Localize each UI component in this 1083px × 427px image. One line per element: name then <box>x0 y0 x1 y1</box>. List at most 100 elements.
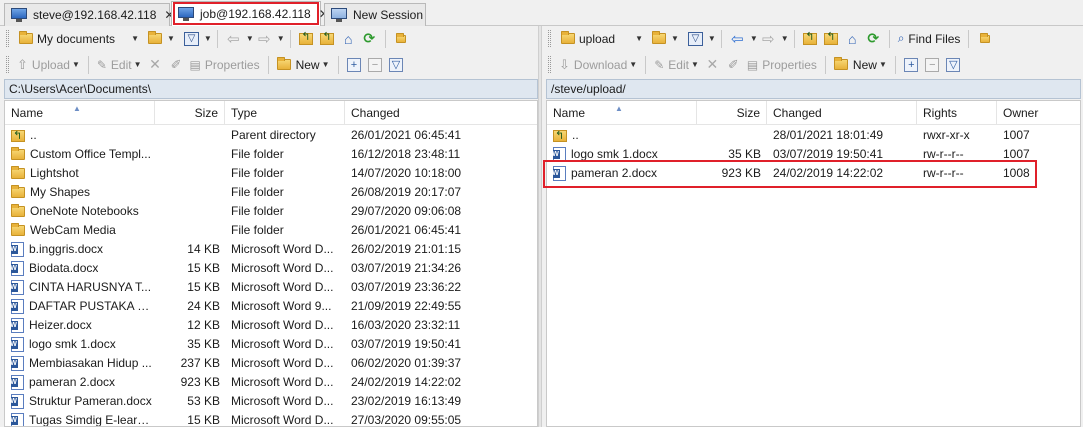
chevron-down-icon[interactable]: ▼ <box>781 34 789 43</box>
file-type: Microsoft Word D... <box>231 318 334 332</box>
chevron-down-icon[interactable]: ▼ <box>708 34 716 43</box>
rename-icon[interactable]: ✐ <box>166 55 187 75</box>
file-changed: 16/03/2020 23:32:11 <box>351 318 461 332</box>
select-all-icon[interactable]: + <box>901 55 922 75</box>
new-button[interactable]: New ▼ <box>274 55 333 75</box>
remote-path-bar[interactable]: /steve/upload/ <box>546 79 1081 99</box>
column-name[interactable]: Name ▲ <box>5 101 155 125</box>
file-changed: 26/01/2021 06:45:41 <box>351 223 462 237</box>
file-row[interactable]: .. Parent directory 26/01/2021 06:45:41 <box>5 126 537 145</box>
file-name: Tugas Simdig E-learni... <box>29 413 153 427</box>
file-changed: 29/07/2020 09:06:08 <box>351 204 462 218</box>
properties-button[interactable]: ▤ Properties <box>187 55 263 75</box>
filter-icon[interactable]: ▽ <box>181 29 202 49</box>
column-owner[interactable]: Owner <box>997 101 1080 125</box>
remote-file-list[interactable]: Name▲ Size Changed Rights Owner .. 28/01/… <box>546 100 1081 427</box>
upload-button[interactable]: ⇧ Upload ▼ <box>14 55 83 75</box>
tab-label: New Session <box>353 8 424 22</box>
file-name: Struktur Pameran.docx <box>29 394 152 408</box>
new-button[interactable]: New ▼ <box>831 55 890 75</box>
file-row[interactable]: logo smk 1.docx 35 KB Microsoft Word D... 0… <box>5 335 537 354</box>
back-arrow-icon[interactable]: ⇦ <box>223 29 244 49</box>
refresh-icon[interactable]: ⟳ <box>359 29 380 49</box>
folder-icon <box>11 147 25 160</box>
file-row[interactable]: CINTA HARUSNYA T... 15 KB Microsoft Word D… <box>5 278 537 297</box>
remote-location-select[interactable]: upload ▼ <box>556 29 648 49</box>
forward-arrow-icon[interactable]: ⇨ <box>254 29 275 49</box>
file-row[interactable]: Membiasakan Hidup ... 237 KB Microsoft Wor… <box>5 354 537 373</box>
forward-arrow-icon[interactable]: ⇨ <box>758 29 779 49</box>
tab-session-steve[interactable]: steve@192.168.42.118 ✕ <box>4 3 174 26</box>
column-size[interactable]: Size <box>155 101 225 125</box>
unselect-icon[interactable]: − <box>922 55 943 75</box>
column-size[interactable]: Size <box>697 101 767 125</box>
tree-view-icon[interactable] <box>974 29 995 49</box>
filter-select-icon[interactable]: ▽ <box>386 55 407 75</box>
file-name: WebCam Media <box>30 223 116 237</box>
home-icon[interactable]: ⌂ <box>842 29 863 49</box>
file-row[interactable]: My Shapes File folder 26/08/2019 20:17:07 <box>5 183 537 202</box>
parent-directory-icon[interactable] <box>296 29 317 49</box>
properties-button[interactable]: ▤ Properties <box>744 55 820 75</box>
chevron-down-icon[interactable]: ▼ <box>246 34 254 43</box>
open-folder-icon[interactable] <box>648 29 669 49</box>
chevron-down-icon[interactable]: ▼ <box>167 34 175 43</box>
filter-icon[interactable]: ▽ <box>685 29 706 49</box>
file-row[interactable]: Custom Office Templ... File folder 16/12/2… <box>5 145 537 164</box>
select-all-icon[interactable]: + <box>344 55 365 75</box>
chevron-down-icon[interactable]: ▼ <box>671 34 679 43</box>
local-location-select[interactable]: My documents ▼ <box>14 29 144 49</box>
open-folder-icon[interactable] <box>144 29 165 49</box>
file-name-cell: OneNote Notebooks <box>11 202 153 221</box>
toolbar-grip[interactable] <box>6 56 9 73</box>
file-row[interactable]: pameran 2.docx 923 KB 24/02/2019 14:22:02 r… <box>547 164 1080 183</box>
file-row[interactable]: OneNote Notebooks File folder 29/07/2020 0… <box>5 202 537 221</box>
new-session-tab[interactable]: New Session <box>324 3 426 26</box>
toolbar-grip[interactable] <box>548 56 551 73</box>
filter-select-icon[interactable]: ▽ <box>943 55 964 75</box>
file-size <box>155 126 220 145</box>
file-row[interactable]: Tugas Simdig E-learni... 15 KB Microsoft W… <box>5 411 537 427</box>
delete-icon[interactable]: ✕ <box>145 55 166 75</box>
file-row[interactable]: Heizer.docx 12 KB Microsoft Word D... 16/03… <box>5 316 537 335</box>
file-row[interactable]: logo smk 1.docx 35 KB 03/07/2019 19:50:41 r… <box>547 145 1080 164</box>
local-path-bar[interactable]: C:\Users\Acer\Documents\ <box>4 79 538 99</box>
unselect-icon[interactable]: − <box>365 55 386 75</box>
file-type: File folder <box>231 204 284 218</box>
edit-button[interactable]: ✎ Edit ▼ <box>651 55 702 75</box>
root-directory-icon[interactable] <box>821 29 842 49</box>
file-row[interactable]: Struktur Pameran.docx 53 KB Microsoft Word… <box>5 392 537 411</box>
file-row[interactable]: pameran 2.docx 923 KB Microsoft Word D... 2… <box>5 373 537 392</box>
file-row[interactable]: .. 28/01/2021 18:01:49 rwxr-xr-x 1007 <box>547 126 1080 145</box>
local-file-list[interactable]: Name▲ Size Type Changed .. Parent directo… <box>4 100 538 427</box>
tree-view-icon[interactable] <box>391 29 412 49</box>
chevron-down-icon[interactable]: ▼ <box>750 34 758 43</box>
toolbar-grip[interactable] <box>6 30 9 47</box>
parent-directory-icon[interactable] <box>800 29 821 49</box>
toolbar-grip[interactable] <box>548 30 551 47</box>
file-row[interactable]: b.inggris.docx 14 KB Microsoft Word D... 26… <box>5 240 537 259</box>
find-files-button[interactable]: ⌕ Find Files <box>895 29 964 49</box>
root-directory-icon[interactable] <box>317 29 338 49</box>
file-row[interactable]: DAFTAR PUSTAKA m... 24 KB Microsoft Word 9… <box>5 297 537 316</box>
file-row[interactable]: WebCam Media File folder 26/01/2021 06:45:… <box>5 221 537 240</box>
edit-button[interactable]: ✎ Edit ▼ <box>94 55 145 75</box>
tab-label: job@192.168.42.118 <box>200 7 311 21</box>
home-icon[interactable]: ⌂ <box>338 29 359 49</box>
chevron-down-icon[interactable]: ▼ <box>277 34 285 43</box>
file-row[interactable]: Biodata.docx 15 KB Microsoft Word D... 03/0… <box>5 259 537 278</box>
column-type[interactable]: Type <box>225 101 345 125</box>
column-changed[interactable]: Changed <box>767 101 917 125</box>
chevron-down-icon[interactable]: ▼ <box>204 34 212 43</box>
column-name[interactable]: Name ▲ <box>547 101 697 125</box>
column-changed[interactable]: Changed <box>345 101 537 125</box>
refresh-icon[interactable]: ⟳ <box>863 29 884 49</box>
back-arrow-icon[interactable]: ⇦ <box>727 29 748 49</box>
delete-icon[interactable]: ✕ <box>702 55 723 75</box>
rename-icon[interactable]: ✐ <box>723 55 744 75</box>
column-rights[interactable]: Rights <box>917 101 997 125</box>
download-button[interactable]: ⇩ Download ▼ <box>556 55 640 75</box>
file-type: Microsoft Word D... <box>231 261 334 275</box>
tab-session-job[interactable]: job@192.168.42.118 ✕ <box>171 1 329 26</box>
file-row[interactable]: Lightshot File folder 14/07/2020 10:18:00 <box>5 164 537 183</box>
